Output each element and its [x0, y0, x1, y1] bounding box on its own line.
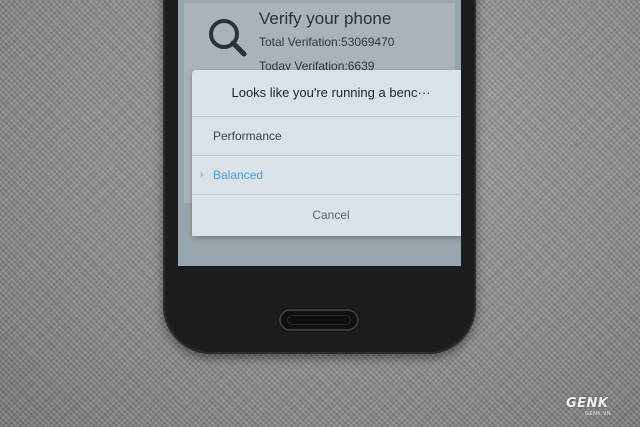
option-balanced[interactable]: › Balanced [192, 155, 461, 194]
benchmark-mode-dialog: Looks like you're running a benc··· Perf… [192, 70, 461, 236]
watermark-logo: GENK [566, 396, 609, 411]
check-mark-icon: › [200, 169, 204, 180]
phone-device: Verify your phone Total Verifation:53069… [163, 0, 476, 354]
search-icon [209, 19, 247, 57]
option-label: Balanced [213, 168, 264, 182]
app-title: Verify your phone [259, 9, 392, 28]
fabric-fleck [574, 143, 578, 146]
total-verification-count: Total Verifation:53069470 [259, 35, 395, 49]
watermark-tagline: GENK.VN [585, 411, 612, 417]
option-label: Performance [213, 129, 282, 143]
home-button[interactable] [279, 309, 359, 331]
phone-screen: Verify your phone Total Verifation:53069… [178, 0, 461, 266]
dialog-title: Looks like you're running a benc··· [231, 85, 431, 100]
option-performance[interactable]: Performance [192, 116, 461, 155]
cancel-button[interactable]: Cancel [192, 194, 461, 235]
